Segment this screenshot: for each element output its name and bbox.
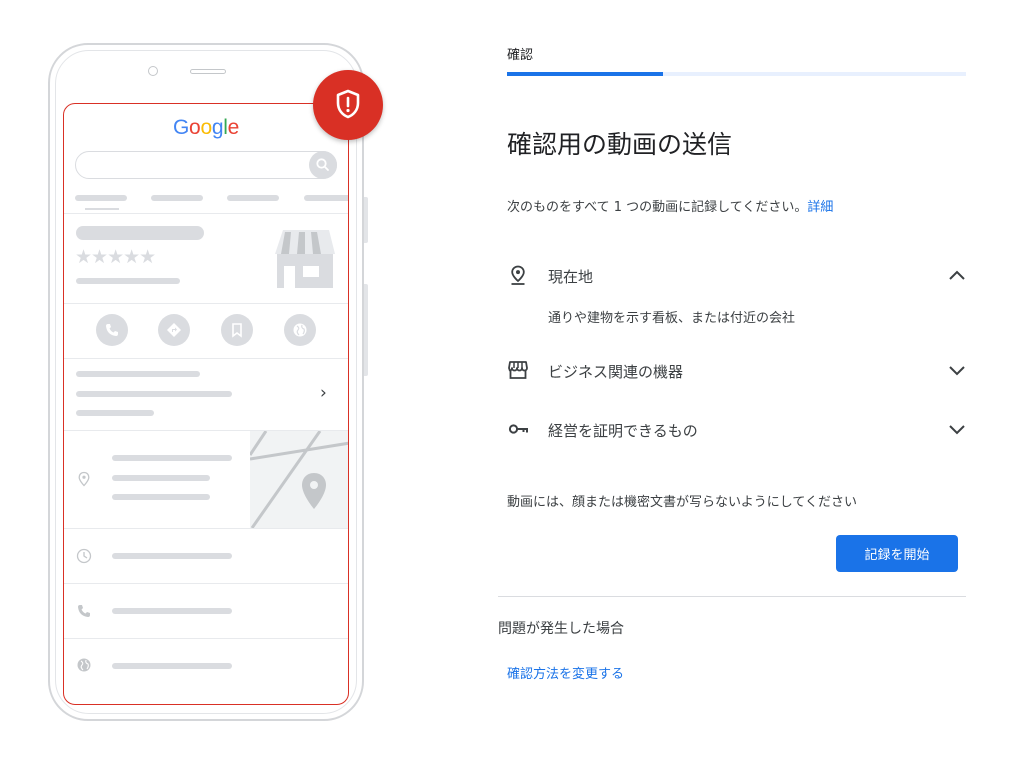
website-icon [284, 314, 316, 346]
requirement-description: 通りや建物を示す看板、または付近の会社 [548, 311, 796, 326]
progress-fill [507, 72, 664, 76]
text-placeholder [112, 475, 210, 481]
storefront-icon [273, 228, 337, 292]
start-recording-button[interactable]: 記録を開始 [836, 535, 958, 572]
divider [64, 213, 348, 214]
phone-icon [78, 605, 90, 617]
privacy-note: 動画には、顔または機密文書が写らないようにしてください [507, 495, 857, 510]
text-placeholder [76, 371, 200, 377]
phone-speaker [190, 69, 226, 74]
phone-side-button [364, 197, 368, 243]
text-placeholder [112, 494, 210, 500]
search-icon [309, 151, 337, 179]
phone-side-button [364, 284, 368, 376]
text-placeholder [112, 553, 232, 559]
progress-bar [507, 72, 966, 76]
divider [64, 638, 348, 639]
map-thumbnail [250, 431, 348, 528]
step-label: 確認 [507, 48, 534, 63]
storefront-icon [508, 361, 528, 379]
text-placeholder [112, 608, 232, 614]
divider [64, 358, 348, 359]
tab-placeholder [304, 195, 348, 201]
chevron-down-icon[interactable] [948, 423, 966, 435]
location-pin-icon [78, 471, 90, 487]
key-icon [508, 424, 528, 434]
requirement-location[interactable]: 現在地 [507, 264, 966, 288]
divider [64, 528, 348, 529]
divider [64, 303, 348, 304]
section-divider [498, 596, 966, 597]
directions-icon [158, 314, 190, 346]
business-name-placeholder [76, 226, 204, 240]
change-verification-method-link[interactable]: 確認方法を変更する [507, 663, 624, 682]
phone-camera [148, 66, 158, 76]
text-placeholder [76, 391, 232, 397]
phone-screen: Google ★★★★★ › [63, 103, 349, 705]
tab-placeholder [151, 195, 203, 201]
learn-more-link[interactable]: 詳細 [807, 200, 833, 215]
tab-placeholder [75, 195, 127, 201]
call-icon [96, 314, 128, 346]
page-title: 確認用の動画の送信 [507, 130, 733, 159]
intro-body: 次のものをすべて 1 つの動画に記録してください。 [507, 200, 808, 215]
trouble-heading: 問題が発生した場合 [498, 621, 624, 637]
globe-icon [77, 658, 91, 672]
tab-underline [85, 208, 119, 210]
requirement-label: 経営を証明できるもの [548, 422, 698, 440]
chevron-up-icon[interactable] [948, 269, 966, 281]
shield-alert-badge [313, 70, 383, 140]
text-placeholder [76, 278, 180, 284]
text-placeholder [76, 410, 154, 416]
intro-text: 次のものをすべて 1 つの動画に記録してください。詳細 [507, 196, 833, 215]
clock-icon [76, 548, 92, 564]
requirement-proof-of-management[interactable]: 経営を証明できるもの [507, 418, 966, 442]
location-pin-icon [511, 265, 525, 285]
requirement-label: ビジネス関連の機器 [548, 363, 684, 381]
google-logo: Google [173, 116, 239, 139]
text-placeholder [112, 455, 232, 461]
tab-placeholder [227, 195, 279, 201]
bookmark-icon [221, 314, 253, 346]
shield-alert-icon [336, 89, 360, 119]
text-placeholder [112, 663, 232, 669]
rating-stars: ★★★★★ [75, 246, 156, 268]
chevron-down-icon[interactable] [948, 364, 966, 376]
divider [64, 583, 348, 584]
chevron-right-icon: › [320, 383, 327, 403]
requirement-business-equipment[interactable]: ビジネス関連の機器 [507, 359, 966, 383]
search-bar-placeholder [75, 151, 337, 179]
requirement-label: 現在地 [548, 268, 594, 286]
